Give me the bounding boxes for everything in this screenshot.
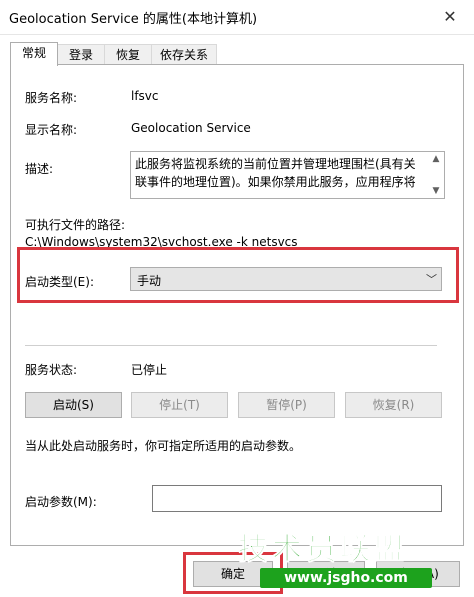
start-button[interactable]: 启动(S) [25, 392, 122, 418]
exe-path-label: 可执行文件的路径: [25, 218, 126, 232]
tab-logon[interactable]: 登录 [57, 44, 105, 65]
startup-type-label: 启动类型(E): [25, 275, 94, 289]
title-bar: Geolocation Service 的属性(本地计算机) ✕ [0, 0, 474, 35]
description-scrollbar[interactable]: ▲ ▼ [428, 152, 444, 198]
service-name-label: 服务名称: [25, 91, 78, 105]
stop-button[interactable]: 停止(T) [131, 392, 228, 418]
start-params-hint: 当从此处启动服务时，你可指定所适用的启动参数。 [25, 439, 302, 453]
display-name-value: Geolocation Service [131, 121, 251, 135]
description-label: 描述: [25, 162, 54, 176]
service-status-value: 已停止 [131, 363, 168, 377]
close-icon[interactable]: ✕ [432, 4, 468, 30]
divider [25, 345, 437, 346]
pause-button[interactable]: 暂停(P) [238, 392, 335, 418]
window-title: Geolocation Service 的属性(本地计算机) [9, 12, 258, 27]
resume-button[interactable]: 恢复(R) [345, 392, 442, 418]
description-text: 此服务将监视系统的当前位置并管理地理围栏(具有关联事件的地理位置)。如果你禁用此… [135, 157, 416, 189]
site-watermark: 技术员联盟 www.jsgho.com [232, 524, 442, 596]
watermark-url: www.jsgho.com [260, 568, 432, 588]
general-panel: 服务名称: lfsvc 显示名称: Geolocation Service 描述… [10, 64, 464, 546]
startup-type-select[interactable]: 手动 ﹀ [130, 267, 442, 291]
display-name-label: 显示名称: [25, 123, 78, 137]
startup-type-value: 手动 [137, 274, 162, 288]
start-params-label: 启动参数(M): [25, 495, 97, 509]
tab-dependencies[interactable]: 依存关系 [151, 44, 217, 65]
watermark-title: 技术员联盟 [238, 532, 408, 568]
start-params-input[interactable] [152, 485, 442, 512]
chevron-down-icon: ﹀ [426, 273, 437, 286]
service-status-label: 服务状态: [25, 363, 78, 377]
tab-general[interactable]: 常规 [10, 42, 58, 66]
service-name-value: lfsvc [131, 89, 159, 103]
scroll-down-icon[interactable]: ▼ [428, 186, 444, 196]
description-box[interactable]: 此服务将监视系统的当前位置并管理地理围栏(具有关联事件的地理位置)。如果你禁用此… [130, 151, 445, 199]
scroll-up-icon[interactable]: ▲ [428, 154, 444, 164]
tab-recovery[interactable]: 恢复 [104, 44, 152, 65]
